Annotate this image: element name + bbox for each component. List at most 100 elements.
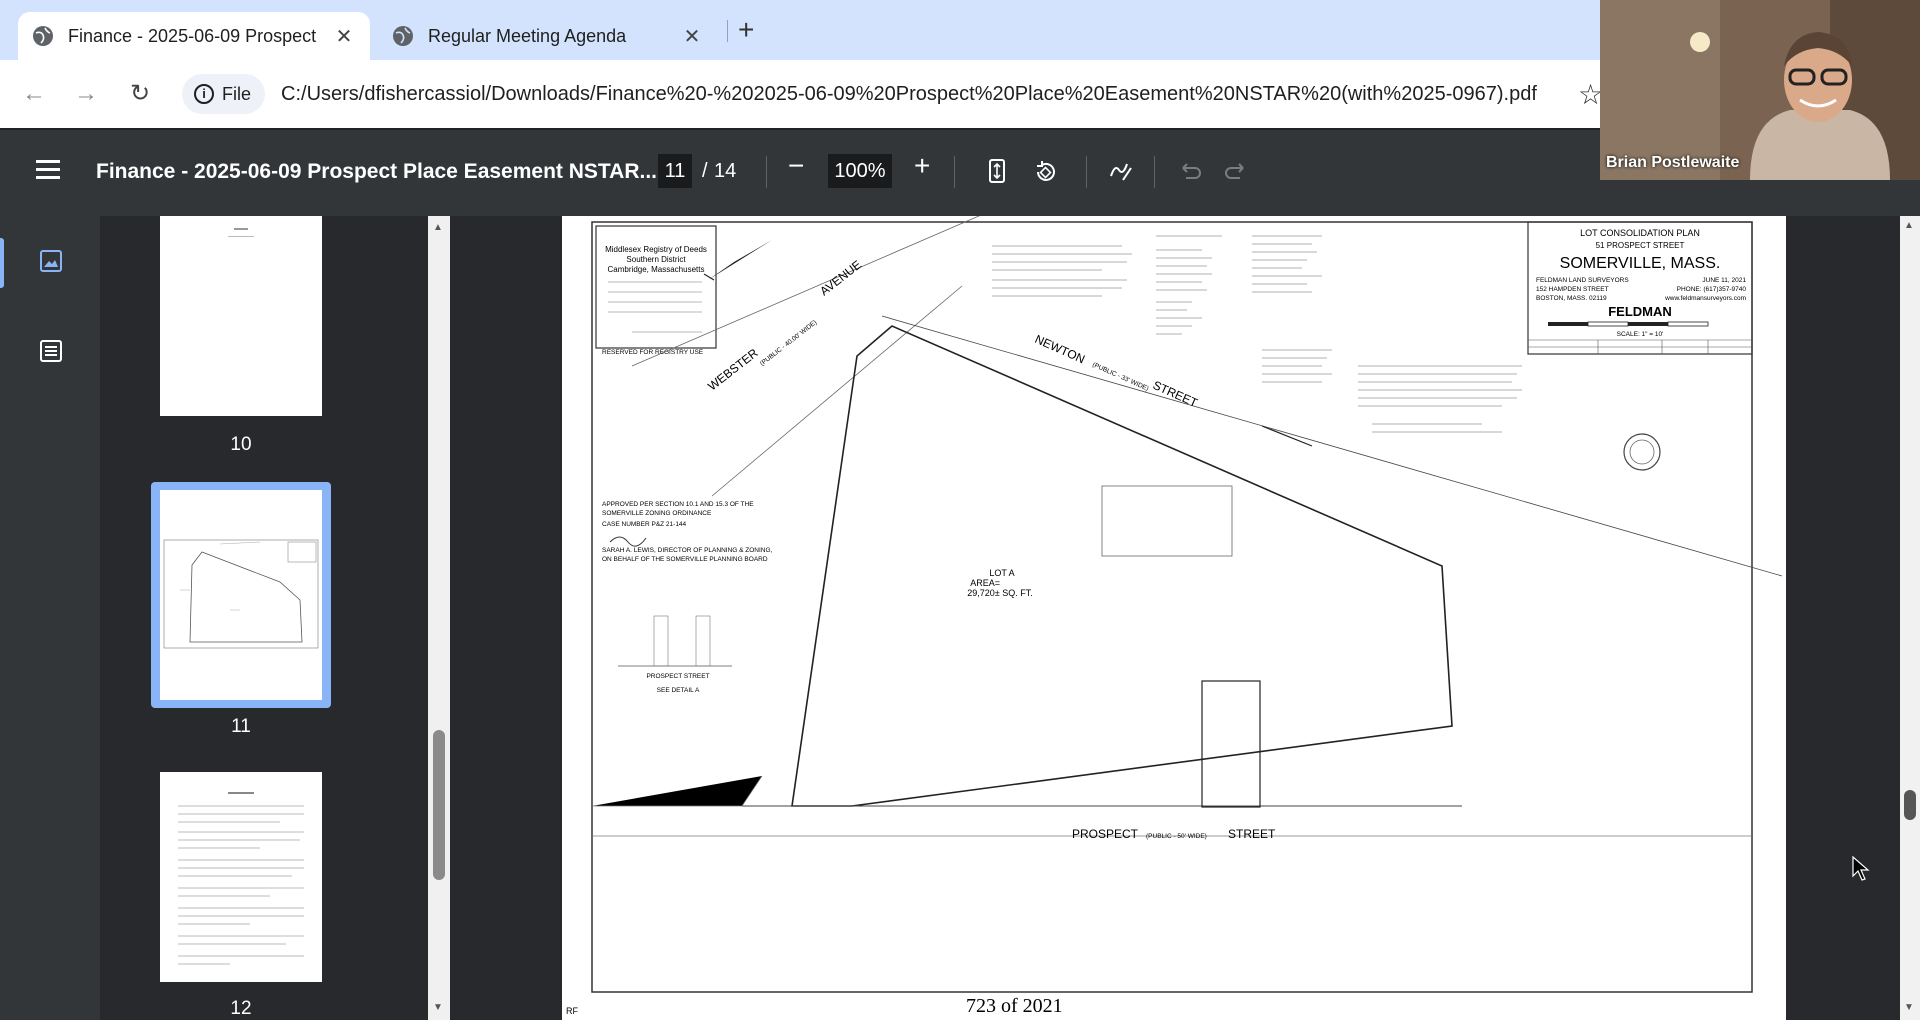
- detail-label: SEE DETAIL A: [657, 687, 700, 694]
- reserved-text: RESERVED FOR REGISTRY USE: [602, 349, 704, 356]
- info-icon: i: [194, 84, 214, 104]
- url-text[interactable]: C:/Users/dfishercassiol/Downloads/Financ…: [281, 83, 1537, 106]
- pdf-sidebar: [0, 216, 100, 1020]
- approval-line1: APPROVED PER SECTION 10.1 AND 15.3 OF TH…: [602, 501, 754, 508]
- back-arrow-icon[interactable]: ←: [14, 74, 54, 114]
- globe-icon: [393, 26, 413, 46]
- tab-finance-pdf[interactable]: Finance - 2025-06-09 Prospect ✕: [18, 12, 370, 60]
- street-prospect-public: (PUBLIC - 50' WIDE): [1146, 833, 1207, 840]
- street-newton-street: STREET: [1151, 378, 1201, 410]
- building-outline: [1101, 485, 1233, 557]
- approval-signature: [609, 536, 647, 547]
- thumbnail-scroll-thumb[interactable]: [433, 730, 445, 880]
- initials: RF: [566, 1006, 578, 1016]
- toolbar-divider: [954, 156, 955, 188]
- approval-line3: CASE NUMBER P&Z 21-144: [602, 521, 687, 528]
- scroll-down-icon[interactable]: ▼: [1904, 1002, 1914, 1013]
- thumbnails-icon[interactable]: [38, 248, 64, 274]
- survey-plan-drawing: Middlesex Registry of Deeds Southern Dis…: [566, 216, 1783, 1017]
- plan-border: [591, 221, 1753, 993]
- street-webster-public: (PUBLIC - 40.00' WIDE): [759, 319, 818, 368]
- document-viewer: Middlesex Registry of Deeds Southern Dis…: [450, 216, 1900, 1020]
- document-scrollbar[interactable]: ▲ ▼: [1900, 216, 1920, 1020]
- close-icon[interactable]: ✕: [332, 24, 356, 49]
- globe-icon: [33, 26, 53, 46]
- webcam-video: [1600, 0, 1920, 180]
- toolbar-divider: [1086, 156, 1087, 188]
- title-heading: LOT CONSOLIDATION PLAN: [1580, 228, 1700, 238]
- forward-arrow-icon[interactable]: →: [66, 74, 106, 114]
- thumbnail-label: 10: [230, 434, 252, 455]
- rotate-icon[interactable]: [1030, 156, 1060, 186]
- lot-area: 29,720± SQ. FT.: [967, 588, 1032, 598]
- zoom-input[interactable]: 100%: [828, 154, 892, 188]
- thumbnail-label: 11: [231, 716, 251, 737]
- thumbnail-text-image: [178, 792, 304, 965]
- fit-page-icon[interactable]: [982, 156, 1012, 186]
- thumbnail-page-12[interactable]: [160, 772, 322, 982]
- title-address: 51 PROSPECT STREET: [1596, 241, 1685, 250]
- detail-street: PROSPECT STREET: [646, 673, 709, 680]
- toolbar-divider: [1154, 156, 1155, 188]
- scroll-up-icon[interactable]: ▲: [1904, 220, 1914, 231]
- firm-line3: BOSTON, MASS. 02119: [1536, 295, 1607, 302]
- toolbar-divider: [766, 156, 767, 188]
- new-tab-plus-icon[interactable]: +: [738, 14, 754, 46]
- site-info-chip[interactable]: i File: [182, 74, 266, 114]
- webcam-overlay: Brian Postlewaite: [1600, 0, 1920, 180]
- page-number-input[interactable]: 11: [658, 154, 692, 188]
- firm-line2: 152 HAMPDEN STREET: [1536, 286, 1609, 293]
- document-title: Finance - 2025-06-09 Prospect Place Ease…: [96, 160, 658, 183]
- scroll-up-icon[interactable]: ▲: [433, 222, 443, 233]
- firm-web: www.feldmansurveyors.com: [1664, 295, 1746, 302]
- street-prospect-street: STREET: [1228, 827, 1276, 841]
- document-scroll-thumb[interactable]: [1904, 790, 1916, 820]
- reload-icon[interactable]: ↻: [120, 74, 160, 114]
- thumbnail-page-10[interactable]: [160, 216, 322, 416]
- registry-line1: Middlesex Registry of Deeds: [605, 245, 707, 254]
- outline-icon[interactable]: [38, 338, 64, 364]
- firm-phone: PHONE: (617)357-9740: [1677, 286, 1747, 293]
- page-total: 14: [714, 160, 737, 182]
- active-indicator: [0, 238, 4, 288]
- firm-line1: FELDMAN LAND SURVEYORS: [1536, 277, 1629, 284]
- scroll-down-icon[interactable]: ▼: [433, 1002, 443, 1013]
- tab-title: Finance - 2025-06-09 Prospect: [68, 25, 317, 46]
- page-separator: /: [702, 160, 708, 182]
- surveyor-seal-icon: [1623, 433, 1661, 471]
- thumbnail-pane: 10 11 12: [100, 216, 450, 1020]
- pdf-page: Middlesex Registry of Deeds Southern Dis…: [562, 216, 1786, 1020]
- redo-icon[interactable]: [1222, 156, 1252, 186]
- undo-icon[interactable]: [1174, 156, 1204, 186]
- annotate-pen-icon[interactable]: [1106, 156, 1136, 186]
- address-bar[interactable]: i File C:/Users/dfishercassiol/Downloads…: [182, 68, 1572, 120]
- zoom-out-icon[interactable]: −: [788, 150, 804, 182]
- menu-icon[interactable]: [36, 160, 60, 184]
- registry-line3: Cambridge, Massachusetts: [608, 265, 705, 274]
- plan-scale: SCALE: 1" = 10': [1617, 331, 1664, 338]
- thumbnail-scrollbar[interactable]: ▲ ▼: [428, 216, 450, 1020]
- tab-divider: [727, 20, 728, 42]
- street-webster: WEBSTER: [705, 346, 761, 394]
- participant-name: Brian Postlewaite: [1606, 154, 1740, 171]
- approval-line2: SOMERVILLE ZONING ORDINANCE: [602, 510, 712, 517]
- mouse-cursor-icon: [1852, 856, 1870, 881]
- lot-area-label: AREA=: [970, 578, 1000, 588]
- lot-name: LOT A: [989, 568, 1014, 578]
- lot-a-boundary: [791, 325, 1453, 807]
- chip-label: File: [222, 83, 252, 104]
- north-arrow-icon: [708, 240, 772, 280]
- street-newton-public: (PUBLIC - 33' WIDE): [1091, 361, 1149, 392]
- tab-regular-meeting-agenda[interactable]: Regular Meeting Agenda ✕: [378, 12, 718, 60]
- title-city: SOMERVILLE, MASS.: [1560, 255, 1721, 272]
- firm-logo: FELDMAN: [1608, 304, 1672, 319]
- zoom-in-icon[interactable]: +: [914, 150, 930, 182]
- thumbnail-page-11[interactable]: [160, 490, 322, 700]
- plan-date: JUNE 11, 2021: [1702, 277, 1746, 284]
- tab-title: Regular Meeting Agenda: [428, 25, 627, 46]
- handwritten-record-number: 723 of 2021: [966, 995, 1063, 1017]
- street-avenue: AVENUE: [817, 257, 864, 298]
- close-icon[interactable]: ✕: [680, 24, 704, 49]
- registry-line2: Southern District: [626, 255, 686, 264]
- street-newton: NEWTON: [1033, 332, 1087, 366]
